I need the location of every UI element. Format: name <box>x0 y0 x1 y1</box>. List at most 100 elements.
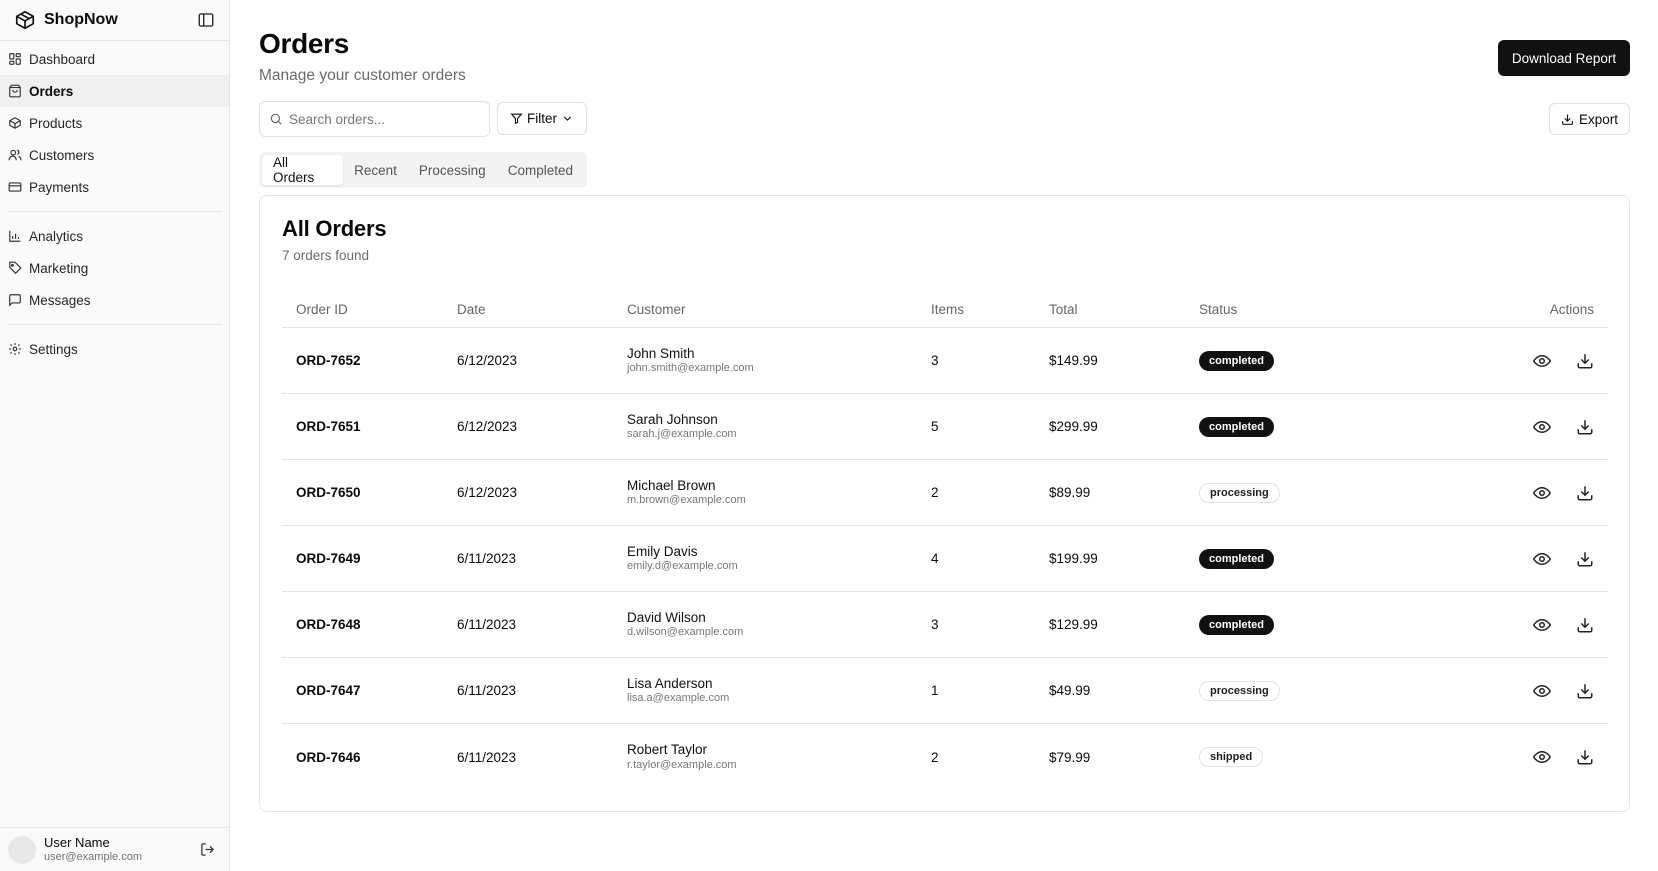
eye-icon[interactable] <box>1533 484 1551 502</box>
column-header-actions: Actions <box>1549 302 1594 317</box>
eye-icon[interactable] <box>1533 418 1551 436</box>
order-total: $149.99 <box>1049 353 1098 368</box>
avatar[interactable] <box>8 835 36 864</box>
order-total: $199.99 <box>1049 551 1098 566</box>
download-icon[interactable] <box>1576 748 1594 766</box>
column-header-order-id[interactable]: Order ID <box>282 302 457 317</box>
customer-email: john.smith@example.com <box>627 362 754 374</box>
customer-email: r.taylor@example.com <box>627 758 737 771</box>
nav-settings: Settings <box>0 331 229 367</box>
order-tabs: All Orders Recent Processing Completed <box>259 152 587 188</box>
order-id[interactable]: ORD-7649 <box>282 551 457 566</box>
nav-divider <box>7 324 222 325</box>
tab-recent[interactable]: Recent <box>343 155 408 185</box>
sidebar-item-customers[interactable]: Customers <box>0 139 229 171</box>
actions-cell <box>1429 352 1608 370</box>
eye-icon[interactable] <box>1533 682 1551 700</box>
card-title: All Orders <box>282 216 387 241</box>
search-input[interactable] <box>289 111 479 127</box>
customer-name: David Wilson <box>627 609 706 625</box>
order-total: $89.99 <box>1049 485 1091 500</box>
customer-name: Emily Davis <box>627 543 698 559</box>
column-header-date[interactable]: Date <box>457 302 627 317</box>
order-items: 2 <box>931 749 939 765</box>
filter-label: Filter <box>527 111 557 126</box>
sidebar-item-label: Analytics <box>29 228 84 244</box>
table-row[interactable]: ORD-7649 6/11/2023 Emily Davis emily.d@e… <box>282 526 1608 592</box>
order-id[interactable]: ORD-7652 <box>282 353 457 368</box>
package-icon <box>9 117 21 129</box>
order-id[interactable]: ORD-7648 <box>282 617 457 632</box>
tab-all-orders[interactable]: All Orders <box>262 155 344 185</box>
sidebar-item-messages[interactable]: Messages <box>0 284 229 316</box>
download-icon[interactable] <box>1576 682 1594 700</box>
sidebar-item-label: Marketing <box>29 260 89 276</box>
sidebar-item-dashboard[interactable]: Dashboard <box>0 43 229 75</box>
column-header-customer[interactable]: Customer <box>627 302 931 317</box>
user-info: User Name user@example.com <box>44 835 200 863</box>
gear-icon <box>9 343 21 355</box>
nav-divider <box>7 211 222 212</box>
status-cell: completed <box>1199 614 1429 635</box>
sidebar-item-settings[interactable]: Settings <box>0 333 229 365</box>
brand-row: ShopNow <box>0 0 229 41</box>
tab-processing[interactable]: Processing <box>408 155 497 185</box>
order-items: 2 <box>931 485 939 500</box>
download-icon[interactable] <box>1576 484 1594 502</box>
download-icon[interactable] <box>1576 550 1594 568</box>
tab-completed[interactable]: Completed <box>497 155 584 185</box>
status-cell: completed <box>1199 416 1429 437</box>
customer-email: sarah.j@example.com <box>627 428 737 440</box>
order-id[interactable]: ORD-7647 <box>282 683 457 698</box>
download-icon[interactable] <box>1576 616 1594 634</box>
status-badge: shipped <box>1199 747 1264 767</box>
page-title: Orders <box>259 28 350 59</box>
eye-icon[interactable] <box>1533 616 1551 634</box>
customer-email: emily.d@example.com <box>627 560 738 572</box>
order-items: 4 <box>931 551 939 566</box>
order-id[interactable]: ORD-7651 <box>282 419 457 434</box>
column-header-status[interactable]: Status <box>1199 302 1429 317</box>
eye-icon[interactable] <box>1533 550 1551 568</box>
export-button[interactable]: Export <box>1549 103 1630 135</box>
sidebar-item-marketing[interactable]: Marketing <box>0 252 229 284</box>
download-report-button[interactable]: Download Report <box>1498 40 1630 76</box>
column-header-total[interactable]: Total <box>1049 302 1199 317</box>
logout-icon[interactable] <box>200 842 215 857</box>
filter-button[interactable]: Filter <box>497 102 587 135</box>
actions-cell <box>1429 418 1608 436</box>
sidebar-toggle-icon[interactable] <box>197 11 215 29</box>
user-profile: User Name user@example.com <box>0 827 229 871</box>
order-total: $79.99 <box>1049 749 1091 765</box>
eye-icon[interactable] <box>1533 748 1551 766</box>
table-row[interactable]: ORD-7652 6/12/2023 John Smith john.smith… <box>282 328 1608 394</box>
table-row[interactable]: ORD-7650 6/12/2023 Michael Brown m.brown… <box>282 460 1608 526</box>
download-icon[interactable] <box>1576 418 1594 436</box>
actions-cell <box>1429 682 1608 700</box>
sidebar-item-label: Customers <box>29 147 95 163</box>
customer-cell: Emily Davis emily.d@example.com <box>627 544 931 573</box>
table-row[interactable]: ORD-7648 6/11/2023 David Wilson d.wilson… <box>282 592 1608 658</box>
order-id[interactable]: ORD-7646 <box>282 750 457 765</box>
sidebar-item-payments[interactable]: Payments <box>0 171 229 203</box>
eye-icon[interactable] <box>1533 352 1551 370</box>
sidebar-item-orders[interactable]: Orders <box>0 75 229 107</box>
download-icon[interactable] <box>1576 352 1594 370</box>
customer-cell: Robert Taylor r.taylor@example.com <box>627 742 931 771</box>
order-id[interactable]: ORD-7650 <box>282 485 457 500</box>
order-count: 7 orders found <box>282 248 370 263</box>
table-row[interactable]: ORD-7647 6/11/2023 Lisa Anderson lisa.a@… <box>282 658 1608 724</box>
status-badge: completed <box>1199 350 1275 371</box>
customer-cell: Lisa Anderson lisa.a@example.com <box>627 676 931 705</box>
user-email: user@example.com <box>44 850 142 863</box>
order-date: 6/12/2023 <box>457 485 518 500</box>
sidebar-item-products[interactable]: Products <box>0 107 229 139</box>
column-header-items[interactable]: Items <box>931 302 1049 317</box>
nav-secondary: Analytics Marketing Messages <box>0 218 229 318</box>
sidebar-item-analytics[interactable]: Analytics <box>0 220 229 252</box>
table-row[interactable]: ORD-7651 6/12/2023 Sarah Johnson sarah.j… <box>282 394 1608 460</box>
order-date: 6/12/2023 <box>457 353 518 368</box>
table-row[interactable]: ORD-7646 6/11/2023 Robert Taylor r.taylo… <box>282 724 1608 790</box>
dashboard-icon <box>9 53 21 65</box>
table-header: Order ID Date Customer Items Total Statu… <box>282 292 1608 328</box>
